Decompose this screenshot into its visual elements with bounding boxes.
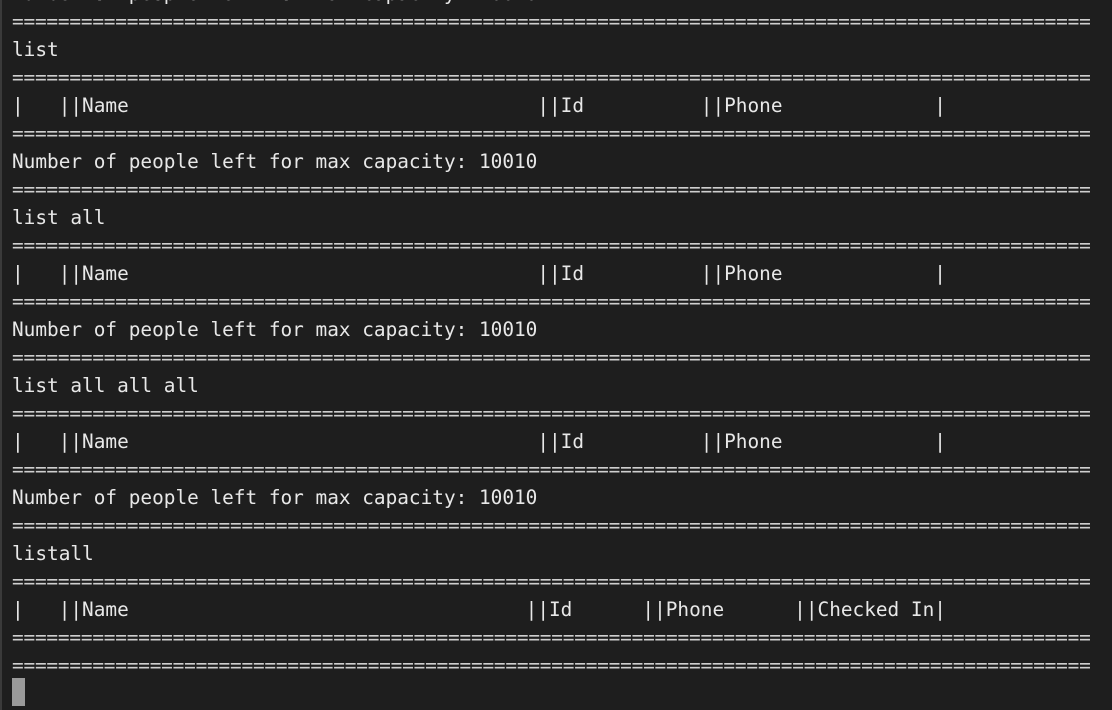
terminal-window[interactable]: Number of people left for max capacity: …: [0, 0, 1112, 710]
separator-line: ========================================…: [12, 122, 1091, 145]
separator-line: ========================================…: [12, 402, 1091, 425]
separator-line: ========================================…: [12, 514, 1091, 537]
table-header-line: | ||Name ||Id ||Phone ||Checked In|: [12, 598, 946, 621]
terminal-output: Number of people left for max capacity: …: [12, 0, 1092, 680]
separator-line: ========================================…: [12, 626, 1091, 649]
command-line: list all all all: [12, 374, 199, 397]
table-header-line: | ||Name ||Id ||Phone |: [12, 94, 946, 117]
table-header-line: | ||Name ||Id ||Phone |: [12, 262, 946, 285]
command-line: listall: [12, 542, 94, 565]
capacity-line: Number of people left for max capacity: …: [12, 486, 538, 509]
separator-line: ========================================…: [12, 346, 1091, 369]
separator-line: ========================================…: [12, 178, 1091, 201]
separator-line: ========================================…: [12, 570, 1091, 593]
separator-line: ========================================…: [12, 654, 1091, 677]
separator-line: ========================================…: [12, 66, 1091, 89]
text-cursor[interactable]: [12, 678, 25, 706]
capacity-line: Number of people left for max capacity: …: [12, 150, 538, 173]
capacity-line: Number of people left for max capacity: …: [12, 318, 538, 341]
capacity-line: Number of people left for max capacity: …: [12, 0, 1092, 8]
separator-line: ========================================…: [12, 234, 1091, 257]
command-line: list all: [12, 206, 106, 229]
command-line: list: [12, 38, 59, 61]
separator-line: ========================================…: [12, 10, 1091, 33]
table-header-line: | ||Name ||Id ||Phone |: [12, 430, 946, 453]
separator-line: ========================================…: [12, 458, 1091, 481]
separator-line: ========================================…: [12, 290, 1091, 313]
